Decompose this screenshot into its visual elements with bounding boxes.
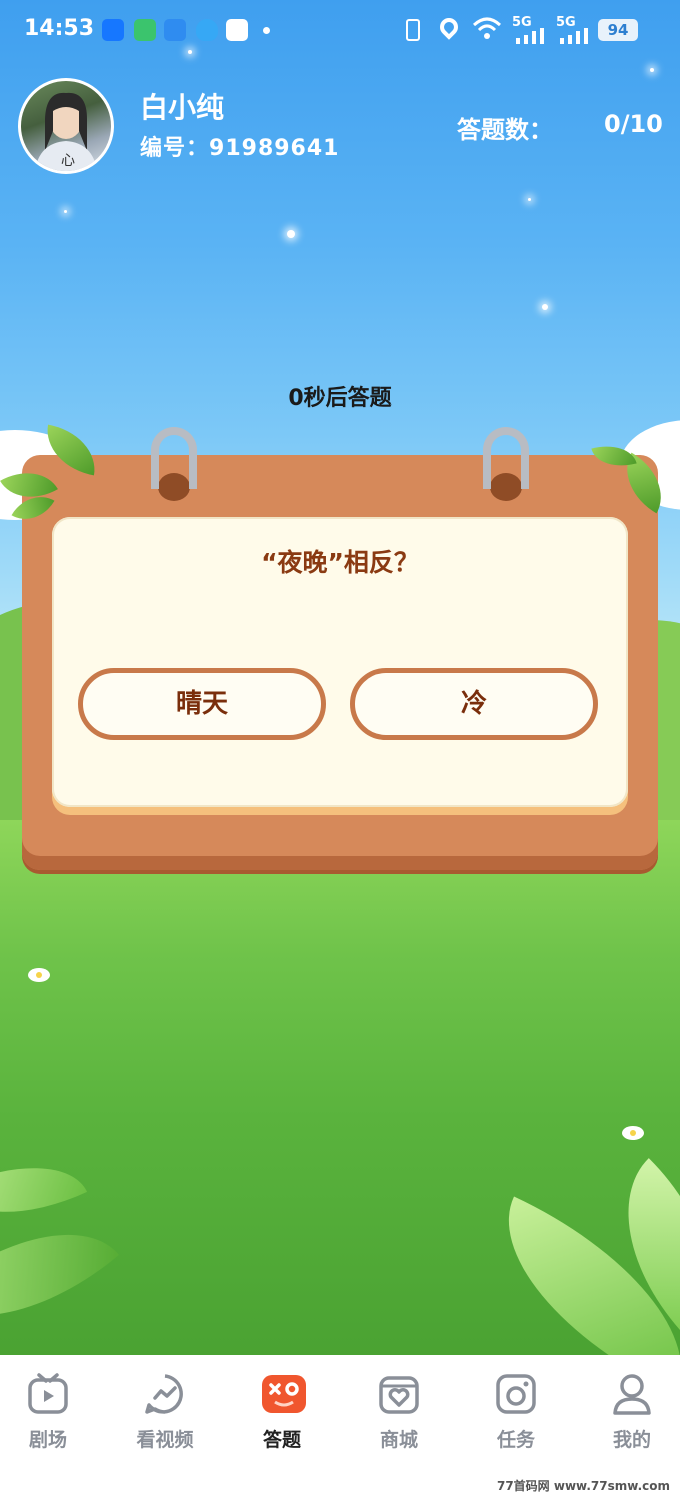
flower-decoration [622, 1126, 644, 1140]
answer-count-label: 答题数： [457, 116, 553, 144]
video-trend-icon [144, 1373, 186, 1415]
status-bar: 14:53 5G 5G 94 [0, 0, 680, 60]
nav-item-task[interactable]: 任务 [476, 1373, 556, 1452]
star-decoration [650, 68, 654, 72]
nav-label: 我的 [612, 1429, 651, 1451]
answer-count-value: 0/10 [604, 110, 663, 138]
signal-bars-icon [560, 28, 590, 48]
user-id-value: 91989641 [209, 136, 340, 161]
question-board: “夜晚”相反？ 晴天 冷 [0, 424, 677, 870]
nav-item-quiz[interactable]: 答题 [242, 1373, 322, 1452]
watermark: 77首码网 www.77smw.com [496, 1479, 670, 1493]
avatar[interactable]: 心 [18, 78, 114, 174]
app-icon [226, 19, 248, 41]
app-icon [164, 19, 186, 41]
wifi-icon [472, 16, 502, 46]
question-text: “夜晚”相反？ [261, 548, 419, 577]
qq-icon [196, 19, 218, 41]
nav-label: 剧场 [28, 1429, 67, 1451]
nav-item-profile[interactable]: 我的 [592, 1373, 672, 1452]
star-decoration [528, 198, 531, 201]
answer-option-1[interactable]: 晴天 [78, 668, 326, 740]
nav-label: 商城 [379, 1429, 418, 1451]
svg-text:心: 心 [61, 153, 75, 169]
nav-item-theater[interactable]: 剧场 [8, 1373, 88, 1452]
nav-label: 看视频 [136, 1429, 194, 1451]
binder-ring [483, 427, 529, 489]
vibrate-icon [406, 19, 420, 41]
nav-label: 任务 [496, 1429, 535, 1451]
quiz-gamepad-icon [261, 1373, 306, 1415]
answer-option-2[interactable]: 冷 [350, 668, 598, 740]
signal-bars-icon [516, 28, 546, 48]
star-decoration [287, 230, 295, 238]
star-decoration [64, 210, 67, 213]
flower-decoration [28, 968, 50, 982]
user-name: 白小纯 [140, 91, 225, 124]
binder-ring [151, 427, 197, 489]
mall-heart-icon [378, 1373, 420, 1415]
nav-label: 答题 [262, 1429, 301, 1451]
countdown-text: 0秒后答题 [288, 386, 392, 411]
star-decoration [542, 304, 548, 310]
nav-item-mall[interactable]: 商城 [359, 1373, 439, 1452]
location-icon [436, 14, 462, 40]
status-time: 14:53 [24, 16, 95, 41]
nav-item-watch-video[interactable]: 看视频 [125, 1373, 205, 1452]
theater-play-icon [27, 1373, 69, 1415]
profile-icon [611, 1373, 653, 1415]
user-id-label: 编号： [140, 136, 210, 161]
battery-level: 94 [598, 19, 638, 41]
more-dot-icon [263, 27, 270, 34]
alipay-icon [102, 19, 124, 41]
task-icon [495, 1373, 537, 1415]
app-icon [134, 19, 156, 41]
user-id: 编号：91989641 [140, 130, 339, 162]
